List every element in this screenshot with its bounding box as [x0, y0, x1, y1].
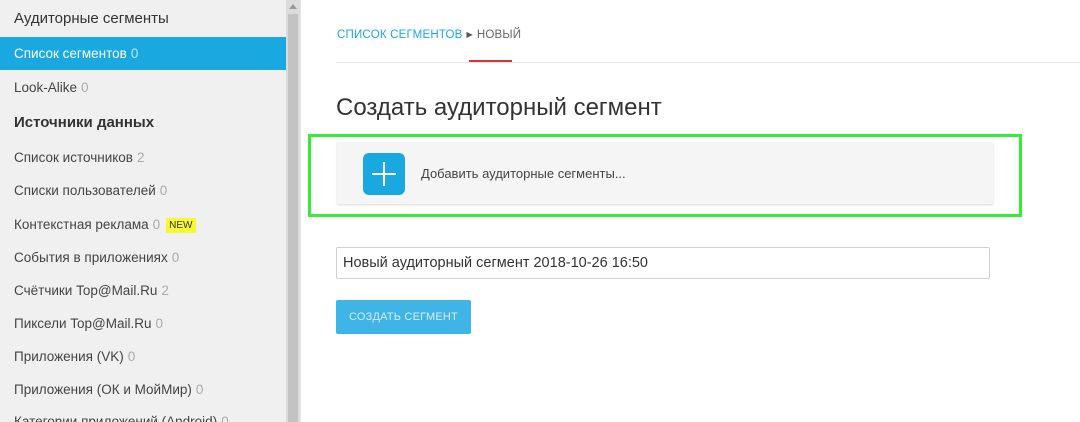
- sidebar-item-segments-list[interactable]: Список сегментов 0: [0, 37, 286, 70]
- sidebar-item-app-categories[interactable]: Категории приложений (Android) 0: [0, 405, 286, 422]
- plus-icon[interactable]: [363, 153, 405, 195]
- sidebar-item-label: Контекстная реклама: [14, 217, 149, 232]
- breadcrumb-link-segments[interactable]: СПИСОК СЕГМЕНТОВ: [337, 29, 463, 41]
- section-heading-sources: Источники данных: [14, 114, 155, 131]
- sidebar-item-count: 0: [155, 316, 164, 331]
- sidebar-item-label: События в приложениях: [14, 250, 168, 265]
- sidebar-item-user-lists[interactable]: Списки пользователей 0: [0, 174, 286, 207]
- add-segments-label[interactable]: Добавить аудиторные сегменты...: [421, 166, 626, 181]
- sidebar-item-app-events[interactable]: События в приложениях 0: [0, 241, 286, 274]
- sidebar-item-label: Приложения (ОК и МойМир): [14, 382, 192, 397]
- sidebar-item-label: Look-Alike: [14, 80, 78, 95]
- breadcrumb-current: НОВЫЙ: [476, 29, 522, 41]
- segment-name-input[interactable]: [336, 247, 990, 279]
- breadcrumb-separator-icon: ▶: [466, 30, 473, 39]
- sidebar-item-count: 0: [152, 217, 161, 232]
- new-badge: NEW: [166, 218, 196, 233]
- add-segments-panel[interactable]: Добавить аудиторные сегменты...: [337, 142, 993, 204]
- sidebar-item-count: 0: [127, 349, 136, 364]
- sidebar-item-count: 0: [195, 382, 204, 397]
- sidebar-item-context-ads[interactable]: Контекстная реклама 0 NEW: [0, 208, 286, 241]
- sidebar: Аудиторные сегменты Список сегментов 0 Lo…: [0, 0, 286, 422]
- header-divider: [336, 62, 1080, 63]
- sidebar-item-count: 2: [161, 283, 169, 298]
- sidebar-item-sources-list[interactable]: Список источников 2: [0, 141, 286, 174]
- page-title: Создать аудиторный сегмент: [336, 94, 662, 121]
- sidebar-scrollbar[interactable]: [286, 0, 300, 422]
- breadcrumb: СПИСОК СЕГМЕНТОВ ▶ НОВЫЙ: [337, 29, 521, 41]
- sidebar-item-count: 0: [221, 414, 229, 422]
- sidebar-item-look-alike[interactable]: Look-Alike 0: [0, 71, 286, 104]
- scroll-up-arrow-icon[interactable]: [289, 4, 297, 9]
- sidebar-item-apps-vk[interactable]: Приложения (VK) 0: [0, 340, 286, 373]
- sidebar-item-label: Списки пользователей: [14, 183, 156, 198]
- sidebar-item-label: Пиксели Top@Mail.Ru: [14, 316, 152, 331]
- sidebar-divider: [300, 0, 301, 422]
- sidebar-item-count: 0: [171, 250, 180, 265]
- sidebar-item-label: Приложения (VK): [14, 349, 124, 364]
- sidebar-item-counters[interactable]: Счётчики Top@Mail.Ru 2: [0, 274, 286, 307]
- sidebar-item-label: Список сегментов: [14, 46, 127, 61]
- sidebar-item-pixels[interactable]: Пиксели Top@Mail.Ru 0: [0, 307, 286, 340]
- sidebar-item-count: 0: [81, 80, 89, 95]
- section-heading-audience: Аудиторные сегменты: [14, 10, 169, 27]
- sidebar-item-label: Список источников: [14, 150, 133, 165]
- sidebar-item-label: Счётчики Top@Mail.Ru: [14, 283, 158, 298]
- scrollbar-thumb[interactable]: [288, 14, 298, 422]
- sidebar-item-label: Категории приложений (Android): [14, 414, 218, 422]
- create-segment-button[interactable]: СОЗДАТЬ СЕГМЕНТ: [336, 300, 471, 334]
- sidebar-item-count: 0: [130, 46, 139, 61]
- sidebar-item-count: 2: [136, 150, 145, 165]
- sidebar-item-apps-ok[interactable]: Приложения (ОК и МойМир) 0: [0, 373, 286, 406]
- sidebar-item-count: 0: [159, 183, 168, 198]
